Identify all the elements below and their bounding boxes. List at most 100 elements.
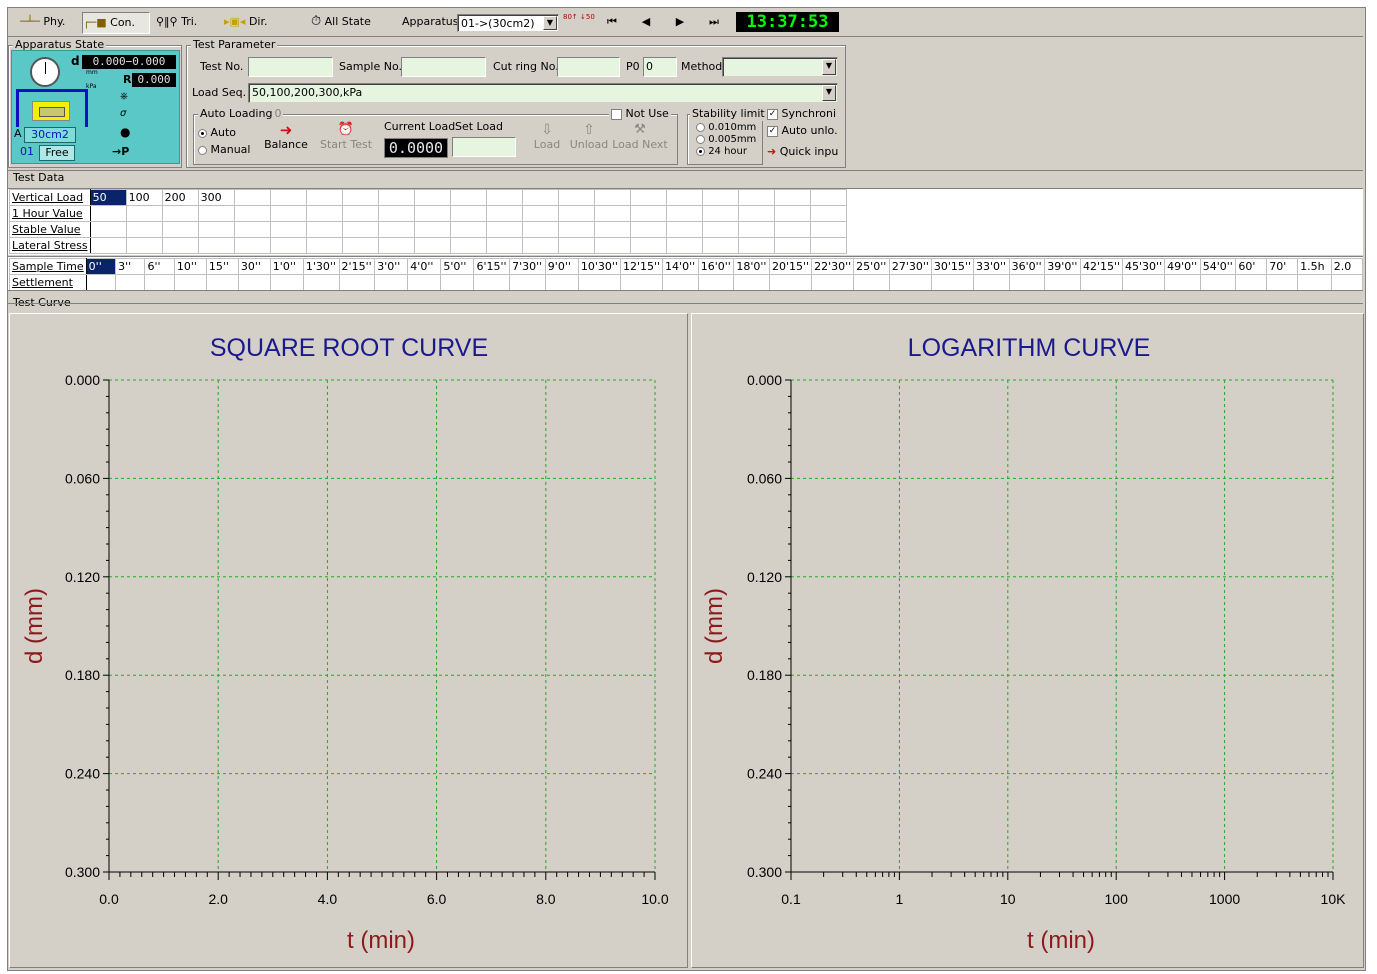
table-cell[interactable] xyxy=(773,237,811,254)
table-cell[interactable]: 15'' xyxy=(205,258,239,275)
chevron-down-icon[interactable]: ▼ xyxy=(822,59,836,75)
first-record-icon[interactable]: ⏮ xyxy=(602,12,622,32)
table-cell[interactable] xyxy=(557,221,595,238)
table-cell[interactable] xyxy=(377,237,415,254)
table-cell[interactable] xyxy=(521,237,559,254)
all-state-button[interactable]: ⏱ All State xyxy=(311,12,389,32)
table-cell[interactable]: 2.0 xyxy=(1330,258,1363,275)
speed-toggle-button[interactable]: 80↑ ↓50 xyxy=(563,13,595,33)
table-cell[interactable]: 9'0'' xyxy=(544,258,579,275)
table-cell[interactable] xyxy=(205,274,239,290)
table-cell[interactable] xyxy=(809,221,847,238)
table-cell[interactable]: 200 xyxy=(161,189,199,206)
table-cell[interactable] xyxy=(233,189,271,206)
table-cell[interactable]: 10'' xyxy=(173,258,207,275)
balance-button[interactable]: ➜ Balance xyxy=(262,122,310,160)
table-cell[interactable]: 7'30'' xyxy=(509,258,546,275)
table-cell[interactable] xyxy=(773,221,811,238)
table-cell[interactable] xyxy=(449,205,487,222)
table-cell[interactable] xyxy=(413,205,451,222)
table-cell[interactable] xyxy=(485,189,523,206)
table-cell[interactable]: 50 xyxy=(89,189,127,206)
table-cell[interactable] xyxy=(1044,274,1081,290)
prev-record-icon[interactable]: ◀ xyxy=(636,12,656,32)
table-cell[interactable] xyxy=(440,274,475,290)
table-cell[interactable] xyxy=(629,189,667,206)
table-cell[interactable]: 1.5h xyxy=(1297,258,1332,275)
table-cell[interactable] xyxy=(930,274,974,290)
table-cell[interactable] xyxy=(125,205,163,222)
table-cell[interactable] xyxy=(269,274,304,290)
table-cell[interactable] xyxy=(593,189,631,206)
table-cell[interactable] xyxy=(737,221,775,238)
table-cell[interactable] xyxy=(773,205,811,222)
table-cell[interactable] xyxy=(341,205,379,222)
table-cell[interactable]: 2'15'' xyxy=(338,258,376,275)
table-cell[interactable] xyxy=(125,237,163,254)
table-cell[interactable]: 6'15'' xyxy=(473,258,511,275)
table-cell[interactable]: 100 xyxy=(125,189,163,206)
table-cell[interactable] xyxy=(115,274,146,290)
table-cell[interactable] xyxy=(665,205,703,222)
con-button[interactable]: ┌─■ Con. xyxy=(82,12,150,34)
table-cell[interactable]: 39'0'' xyxy=(1044,258,1081,275)
table-cell[interactable]: 18'0'' xyxy=(733,258,771,275)
table-cell[interactable] xyxy=(737,237,775,254)
table-cell[interactable] xyxy=(1164,274,1201,290)
table-cell[interactable] xyxy=(89,221,127,238)
table-cell[interactable]: 54'0'' xyxy=(1199,258,1237,275)
table-cell[interactable] xyxy=(593,221,631,238)
table-cell[interactable] xyxy=(269,221,307,238)
unload-button[interactable]: ⇧ Unload xyxy=(569,122,609,160)
table-cell[interactable] xyxy=(737,205,775,222)
set-load-input[interactable] xyxy=(452,137,516,157)
table-cell[interactable]: 42'15'' xyxy=(1079,258,1124,275)
phy-button[interactable]: ─┴─ Phy. xyxy=(20,12,80,32)
table-cell[interactable] xyxy=(1235,274,1268,290)
table-cell[interactable] xyxy=(665,221,703,238)
table-cell[interactable] xyxy=(629,221,667,238)
table-cell[interactable] xyxy=(701,237,739,254)
table-cell[interactable]: 14'0'' xyxy=(662,258,699,275)
table-cell[interactable] xyxy=(619,274,664,290)
table-cell[interactable] xyxy=(521,221,559,238)
table-cell[interactable] xyxy=(341,221,379,238)
table-cell[interactable] xyxy=(1008,274,1046,290)
table-cell[interactable] xyxy=(593,237,631,254)
table-cell[interactable] xyxy=(1266,274,1299,290)
table-cell[interactable] xyxy=(593,205,631,222)
table-cell[interactable] xyxy=(197,205,235,222)
table-cell[interactable] xyxy=(338,274,376,290)
sample-no-input[interactable] xyxy=(401,57,486,77)
chevron-down-icon[interactable]: ▼ xyxy=(543,16,557,30)
table-cell[interactable] xyxy=(773,189,811,206)
table-cell[interactable]: 70' xyxy=(1266,258,1299,275)
table-cell[interactable] xyxy=(302,274,340,290)
table-cell[interactable] xyxy=(662,274,699,290)
table-cell[interactable]: 5'0'' xyxy=(440,258,475,275)
table-cell[interactable] xyxy=(1122,274,1166,290)
table-cell[interactable]: 6'' xyxy=(144,258,175,275)
auto-radio[interactable]: Auto xyxy=(198,126,236,140)
table-cell[interactable]: 3'' xyxy=(115,258,146,275)
manual-radio[interactable]: Manual xyxy=(198,143,250,157)
table-cell[interactable] xyxy=(521,205,559,222)
last-record-icon[interactable]: ⏭ xyxy=(704,12,724,32)
stability-0010-radio[interactable]: 0.010mm xyxy=(696,122,756,133)
table-cell[interactable] xyxy=(473,274,511,290)
table-cell[interactable] xyxy=(374,274,409,290)
table-cell[interactable] xyxy=(85,274,117,290)
table-cell[interactable] xyxy=(305,189,343,206)
table-cell[interactable] xyxy=(701,189,739,206)
dir-button[interactable]: ▸▣◂ Dir. xyxy=(224,12,284,32)
table-cell[interactable]: 4'0'' xyxy=(407,258,442,275)
table-cell[interactable] xyxy=(485,221,523,238)
table-cell[interactable] xyxy=(305,221,343,238)
table-cell[interactable]: 27'30'' xyxy=(888,258,932,275)
table-cell[interactable] xyxy=(237,274,271,290)
table-cell[interactable] xyxy=(197,221,235,238)
table-cell[interactable] xyxy=(125,221,163,238)
table-cell[interactable]: 30'' xyxy=(237,258,271,275)
table-cell[interactable] xyxy=(305,205,343,222)
table-cell[interactable] xyxy=(557,237,595,254)
